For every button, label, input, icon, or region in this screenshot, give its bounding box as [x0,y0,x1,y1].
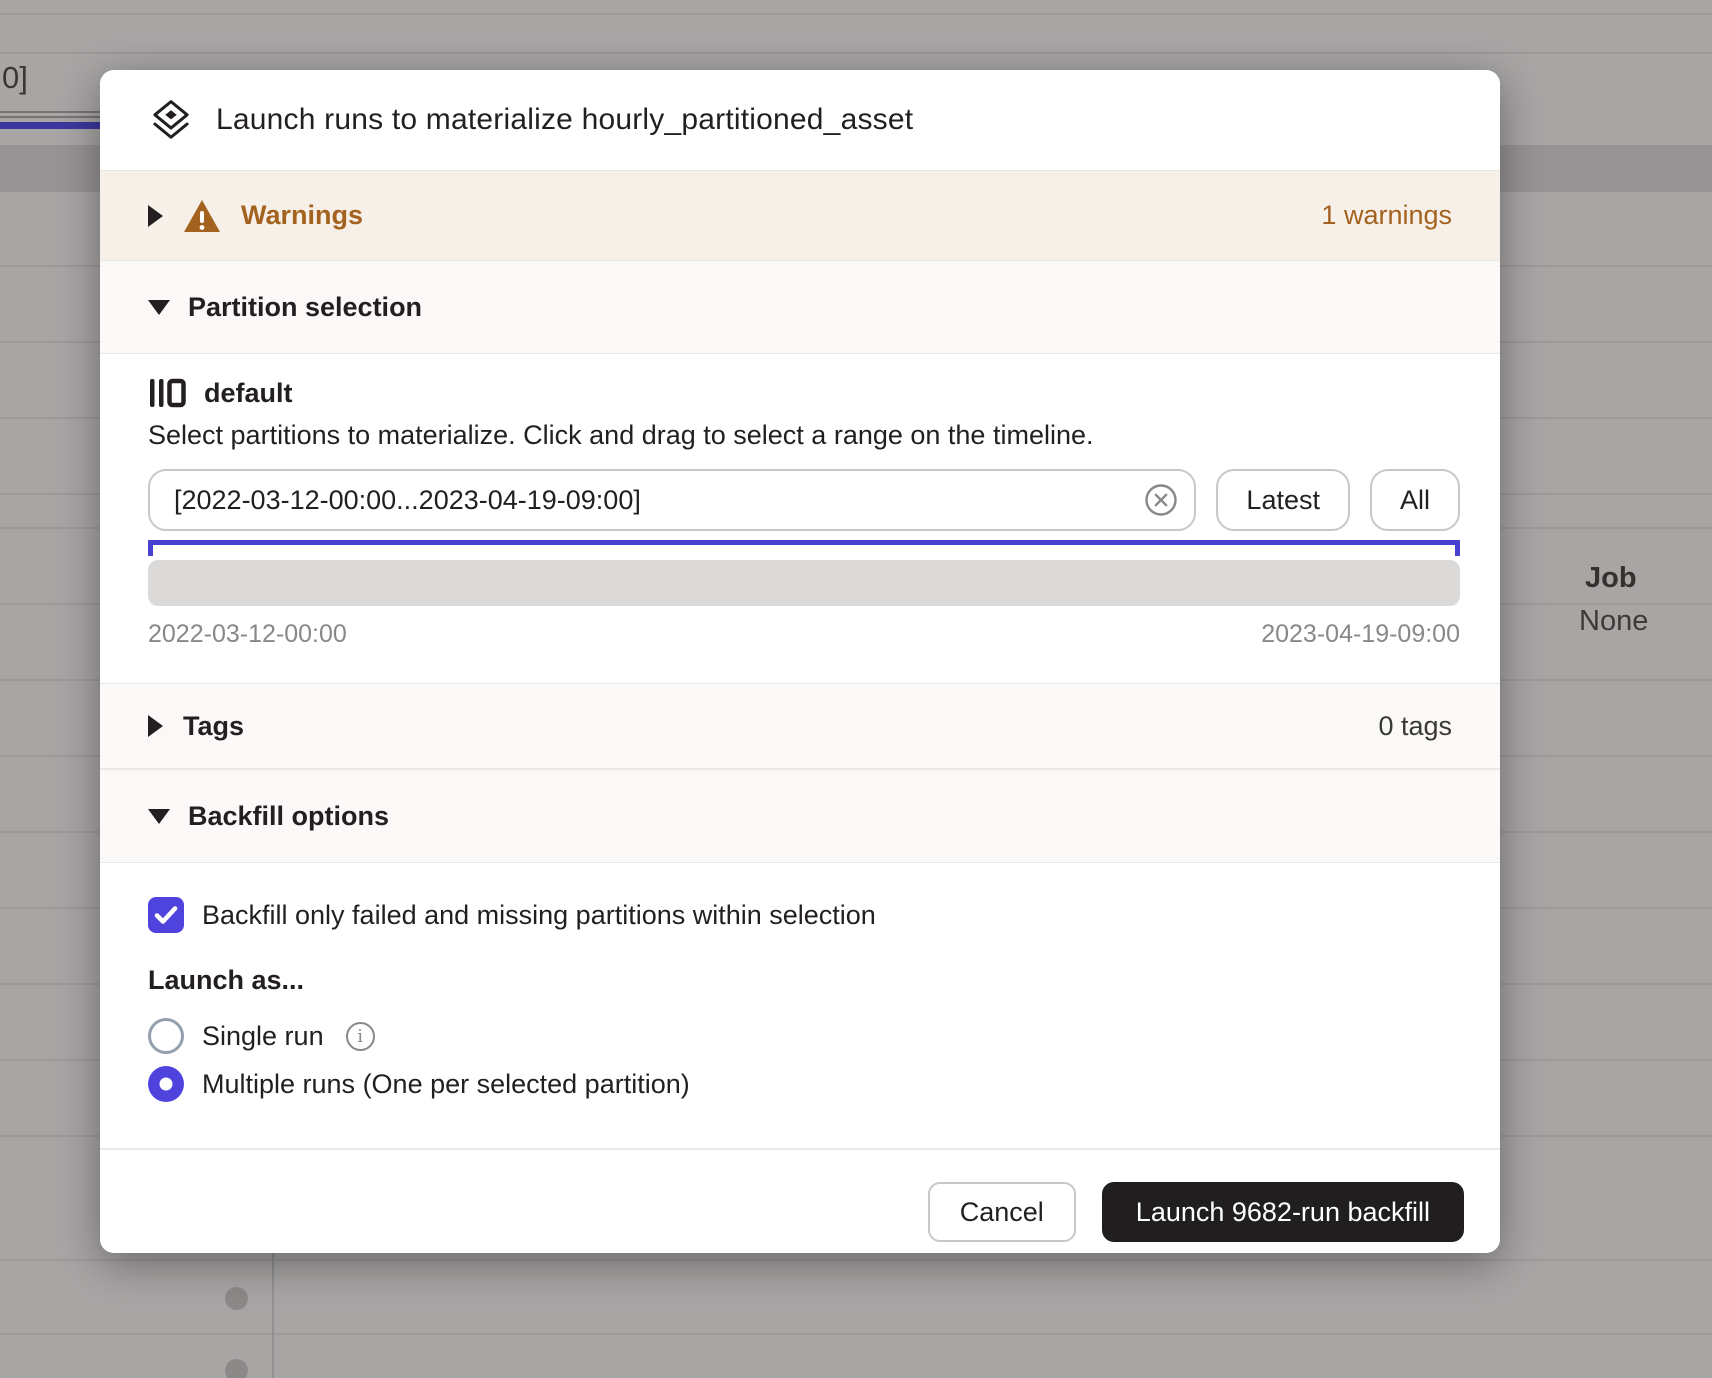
warnings-accordion[interactable]: Warnings 1 warnings [100,170,1500,260]
bg-row-line [0,1333,1712,1335]
materialize-layers-icon [148,97,194,143]
clear-input-icon[interactable] [1144,483,1178,517]
partition-selection-accordion[interactable]: Partition selection [100,260,1500,354]
chevron-down-icon [148,300,170,315]
range-end-label: 2023-04-19-09:00 [1261,620,1460,649]
launch-as-label: Launch as... [148,965,1452,996]
backfill-only-failed-label: Backfill only failed and missing partiti… [202,900,876,931]
chevron-down-icon [148,809,170,824]
partition-description: Select partitions to materialize. Click … [148,420,1460,451]
partition-selection-header: Partition selection [188,292,422,323]
warnings-count: 1 warnings [1321,200,1452,231]
launch-backfill-dialog: Launch runs to materialize hourly_partit… [100,70,1500,1253]
bg-partial-input-text: 0] [2,60,28,96]
all-button[interactable]: All [1370,469,1460,531]
selection-range-bracket [148,540,1460,556]
warning-triangle-icon [183,199,221,233]
launch-backfill-button[interactable]: Launch 9682-run backfill [1102,1182,1464,1242]
bg-job-column-header: Job [1585,562,1637,595]
bg-row-line [0,1259,1712,1261]
single-run-option[interactable]: Single run i [148,1012,1452,1060]
backfill-options-content: Backfill only failed and missing partiti… [100,863,1500,1148]
single-run-radio[interactable] [148,1018,184,1054]
bg-job-column-value: None [1579,605,1648,638]
info-icon[interactable]: i [346,1022,375,1051]
single-run-label: Single run [202,1021,324,1052]
bg-status-dot [225,1359,248,1378]
range-start-label: 2022-03-12-00:00 [148,620,347,649]
bg-row-line [0,13,1712,15]
partition-timeline[interactable] [148,560,1460,606]
bg-column-divider [272,1253,274,1378]
tags-count: 0 tags [1378,711,1452,742]
multiple-runs-label: Multiple runs (One per selected partitio… [202,1069,690,1100]
chevron-right-icon [148,205,163,227]
partition-set-icon [148,376,188,410]
backfill-options-header: Backfill options [188,801,389,832]
cancel-button[interactable]: Cancel [928,1182,1076,1242]
multiple-runs-radio[interactable] [148,1066,184,1102]
dialog-footer: Cancel Launch 9682-run backfill [100,1148,1500,1253]
backfill-options-accordion[interactable]: Backfill options [100,769,1500,863]
bg-row-line [0,52,1712,54]
partition-range-input[interactable] [148,469,1196,531]
tags-accordion[interactable]: Tags 0 tags [100,683,1500,769]
chevron-right-icon [148,715,163,737]
tags-header: Tags [183,711,244,742]
dialog-title: Launch runs to materialize hourly_partit… [216,103,913,137]
backfill-only-failed-checkbox[interactable] [148,897,184,933]
warnings-label: Warnings [241,200,363,231]
partition-dimension-name: default [204,378,293,409]
dialog-header: Launch runs to materialize hourly_partit… [100,70,1500,170]
multiple-runs-option[interactable]: Multiple runs (One per selected partitio… [148,1060,1452,1108]
bg-status-dot [225,1287,248,1310]
partition-selection-content: default Select partitions to materialize… [100,354,1500,683]
latest-button[interactable]: Latest [1216,469,1350,531]
